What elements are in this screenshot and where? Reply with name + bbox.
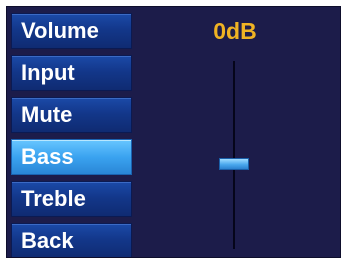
menu-item-back[interactable]: Back <box>11 223 132 257</box>
bass-slider-track[interactable] <box>233 61 235 249</box>
menu-item-mute[interactable]: Mute <box>11 97 132 133</box>
bass-slider-thumb[interactable] <box>219 158 249 170</box>
bass-value-label: 0dB <box>213 18 257 44</box>
bass-settings-screen: Volume Input Mute Bass Treble Back 0dB <box>6 6 341 258</box>
menu-item-volume[interactable]: Volume <box>11 13 132 49</box>
menu-item-treble[interactable]: Treble <box>11 181 132 217</box>
menu-item-input[interactable]: Input <box>11 55 132 91</box>
side-menu: Volume Input Mute Bass Treble Back <box>11 13 132 257</box>
menu-item-bass[interactable]: Bass <box>11 139 132 175</box>
